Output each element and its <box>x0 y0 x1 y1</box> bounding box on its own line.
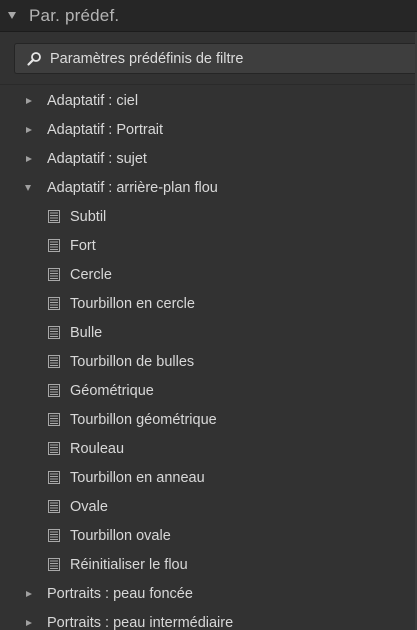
presets-panel: Par. prédef. Paramètres prédéfinis de fi… <box>0 0 417 630</box>
triangle-down-icon[interactable] <box>8 12 16 19</box>
preset-document-icon <box>48 297 60 310</box>
preset-label: Tourbillon de bulles <box>70 353 195 370</box>
triangle-down-icon[interactable] <box>25 184 31 191</box>
preset-document-icon <box>48 268 60 281</box>
preset-document-icon <box>48 239 60 252</box>
preset-item-reset-blur[interactable]: Réinitialiser le flou <box>0 550 417 579</box>
folder-item-adaptive-subject[interactable]: Adaptatif : sujet <box>0 144 417 173</box>
preset-label: Tourbillon géométrique <box>70 411 217 428</box>
folder-label: Portraits : peau foncée <box>47 585 193 602</box>
preset-tree: Adaptatif : ciel Adaptatif : Portrait Ad… <box>0 86 417 630</box>
preset-item-roll[interactable]: Rouleau <box>0 434 417 463</box>
preset-label: Réinitialiser le flou <box>70 556 188 573</box>
preset-item-bubble[interactable]: Bulle <box>0 318 417 347</box>
preset-document-icon <box>48 558 60 571</box>
preset-label: Cercle <box>70 266 112 283</box>
triangle-right-icon[interactable] <box>26 155 32 162</box>
triangle-right-icon[interactable] <box>26 619 32 626</box>
preset-item-oval[interactable]: Ovale <box>0 492 417 521</box>
preset-document-icon <box>48 529 60 542</box>
preset-item-subtle[interactable]: Subtil <box>0 202 417 231</box>
preset-label: Subtil <box>70 208 107 225</box>
preset-item-strong[interactable]: Fort <box>0 231 417 260</box>
divider <box>0 84 417 85</box>
folder-label: Adaptatif : ciel <box>47 92 139 109</box>
preset-label: Bulle <box>70 324 103 341</box>
search-placeholder[interactable]: Paramètres prédéfinis de filtre <box>50 51 243 67</box>
preset-document-icon <box>48 384 60 397</box>
folder-item-portraits-medium-skin[interactable]: Portraits : peau intermédiaire <box>0 608 417 630</box>
preset-label: Tourbillon en anneau <box>70 469 205 486</box>
panel-header[interactable]: Par. prédef. <box>0 0 417 32</box>
preset-search-field[interactable]: Paramètres prédéfinis de filtre <box>14 43 417 74</box>
preset-label: Tourbillon en cercle <box>70 295 195 312</box>
preset-item-geometric[interactable]: Géométrique <box>0 376 417 405</box>
preset-item-ring-swirl[interactable]: Tourbillon en anneau <box>0 463 417 492</box>
preset-label: Ovale <box>70 498 108 515</box>
preset-item-oval-swirl[interactable]: Tourbillon ovale <box>0 521 417 550</box>
folder-label: Adaptatif : Portrait <box>47 121 164 138</box>
folder-item-portraits-dark-skin[interactable]: Portraits : peau foncée <box>0 579 417 608</box>
preset-document-icon <box>48 471 60 484</box>
triangle-right-icon[interactable] <box>26 97 32 104</box>
folder-item-adaptive-blur-background[interactable]: Adaptatif : arrière-plan flou <box>0 173 417 202</box>
triangle-right-icon[interactable] <box>26 126 32 133</box>
preset-label: Rouleau <box>70 440 125 457</box>
preset-label: Géométrique <box>70 382 154 399</box>
preset-label: Tourbillon ovale <box>70 527 171 544</box>
preset-document-icon <box>48 442 60 455</box>
folder-label: Adaptatif : sujet <box>47 150 147 167</box>
preset-document-icon <box>48 355 60 368</box>
preset-item-circle-swirl[interactable]: Tourbillon en cercle <box>0 289 417 318</box>
folder-label: Adaptatif : arrière-plan flou <box>47 179 218 196</box>
preset-document-icon <box>48 210 60 223</box>
preset-label: Fort <box>70 237 96 254</box>
preset-item-circle[interactable]: Cercle <box>0 260 417 289</box>
preset-document-icon <box>48 413 60 426</box>
folder-label: Portraits : peau intermédiaire <box>47 614 234 630</box>
preset-document-icon <box>48 326 60 339</box>
preset-item-bubble-swirl[interactable]: Tourbillon de bulles <box>0 347 417 376</box>
folder-item-adaptive-portrait[interactable]: Adaptatif : Portrait <box>0 115 417 144</box>
preset-document-icon <box>48 500 60 513</box>
panel-title: Par. prédef. <box>29 5 120 25</box>
magnifier-icon[interactable] <box>26 51 42 67</box>
folder-item-adaptive-sky[interactable]: Adaptatif : ciel <box>0 86 417 115</box>
triangle-right-icon[interactable] <box>26 590 32 597</box>
preset-item-geometric-swirl[interactable]: Tourbillon géométrique <box>0 405 417 434</box>
